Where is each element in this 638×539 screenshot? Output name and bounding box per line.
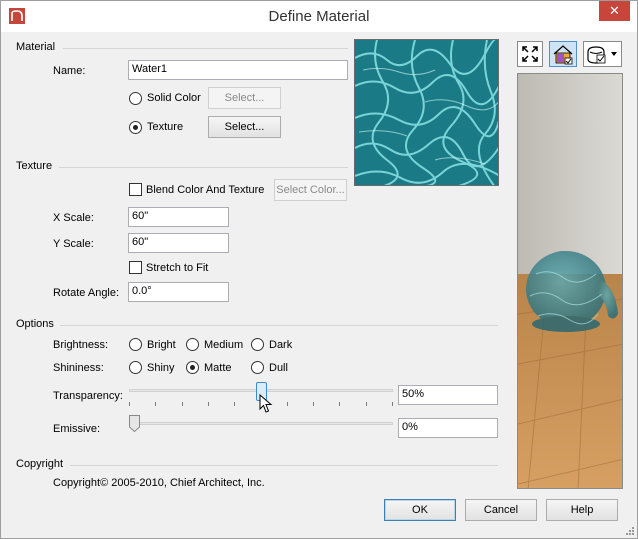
transparency-tick [129, 402, 130, 406]
solid-color-radio[interactable] [129, 92, 142, 105]
texture-label: Texture [147, 121, 184, 133]
shininess-shiny-label: Shiny [147, 362, 175, 374]
transparency-tick [155, 402, 156, 406]
select-color-button[interactable]: Select Color... [274, 179, 347, 201]
blend-color-checkbox[interactable] [129, 183, 142, 196]
name-input[interactable]: Water1 [128, 60, 348, 80]
teapot-preview-image [518, 74, 622, 488]
emissive-input[interactable]: 0% [398, 418, 498, 438]
transparency-tick [287, 402, 288, 406]
texture-select-button[interactable]: Select... [208, 116, 281, 138]
transparency-input[interactable]: 50% [398, 385, 498, 405]
transparency-tick [234, 402, 235, 406]
x-scale-input[interactable]: 60" [128, 207, 229, 227]
transparency-tick [313, 402, 314, 406]
material-group-title: Material [16, 41, 56, 53]
mouse-cursor-icon [259, 394, 273, 413]
shininess-shiny-radio[interactable] [129, 361, 142, 374]
brightness-medium-label: Medium [204, 339, 244, 351]
brightness-bright-radio[interactable] [129, 338, 142, 351]
emissive-track [129, 422, 393, 425]
texture-group-title: Texture [16, 160, 53, 172]
fullscreen-icon [522, 46, 538, 62]
texture-radio[interactable] [129, 121, 142, 134]
shininess-dull-radio[interactable] [251, 361, 264, 374]
texture-swatch [354, 39, 499, 186]
resize-grip-icon[interactable] [625, 526, 635, 536]
rotate-angle-label: Rotate Angle: [53, 287, 120, 299]
material-group-divider [63, 48, 348, 49]
brightness-medium-radio[interactable] [186, 338, 199, 351]
copyright-group-title: Copyright [16, 458, 64, 470]
material-house-icon [553, 45, 573, 65]
ok-button[interactable]: OK [384, 499, 456, 521]
options-group-title: Options [16, 318, 54, 330]
define-material-dialog: Define Material ✕ Material Name: Water1 … [0, 0, 638, 539]
cancel-button[interactable]: Cancel [465, 499, 537, 521]
options-group-divider [60, 325, 498, 326]
emissive-label: Emissive: [53, 423, 101, 435]
copyright-group-divider [70, 465, 498, 466]
stretch-to-fit-checkbox[interactable] [129, 261, 142, 274]
emissive-slider[interactable] [129, 415, 393, 441]
name-label: Name: [53, 65, 86, 77]
solid-color-select-button[interactable]: Select... [208, 87, 281, 109]
material-house-button[interactable] [549, 41, 577, 67]
transparency-tick [366, 402, 367, 406]
brightness-label: Brightness: [53, 339, 109, 351]
help-button[interactable]: Help [546, 499, 618, 521]
shininess-label: Shininess: [53, 362, 104, 374]
shininess-dull-label: Dull [269, 362, 288, 374]
transparency-tick [339, 402, 340, 406]
brightness-bright-label: Bright [147, 339, 176, 351]
dropdown-arrow-icon [611, 52, 617, 56]
transparency-label: Transparency: [53, 390, 123, 402]
blend-color-label: Blend Color And Texture [146, 184, 265, 196]
water-texture-image [355, 40, 498, 185]
brightness-dark-label: Dark [269, 339, 293, 351]
title-bar: Define Material ✕ [1, 1, 637, 32]
material-preview[interactable] [517, 73, 623, 489]
render-options-button[interactable] [583, 41, 622, 67]
fullscreen-button[interactable] [517, 41, 543, 67]
window-title: Define Material [268, 8, 370, 25]
shininess-matte-radio[interactable] [186, 361, 199, 374]
transparency-tick [208, 402, 209, 406]
solid-color-label: Solid Color [147, 92, 201, 104]
brightness-dark-radio[interactable] [251, 338, 264, 351]
close-button[interactable]: ✕ [599, 1, 630, 21]
render-options-icon [587, 46, 617, 64]
y-scale-label: Y Scale: [53, 238, 94, 250]
texture-group-divider [59, 167, 348, 168]
y-scale-input[interactable]: 60" [128, 233, 229, 253]
copyright-text: Copyright© 2005-2010, Chief Architect, I… [53, 477, 265, 489]
transparency-tick [182, 402, 183, 406]
rotate-angle-input[interactable]: 0.0° [128, 282, 229, 302]
shininess-matte-label: Matte [204, 362, 232, 374]
x-scale-label: X Scale: [53, 212, 94, 224]
emissive-thumb[interactable] [129, 415, 140, 432]
stretch-to-fit-label: Stretch to Fit [146, 262, 209, 274]
transparency-tick [392, 402, 393, 406]
